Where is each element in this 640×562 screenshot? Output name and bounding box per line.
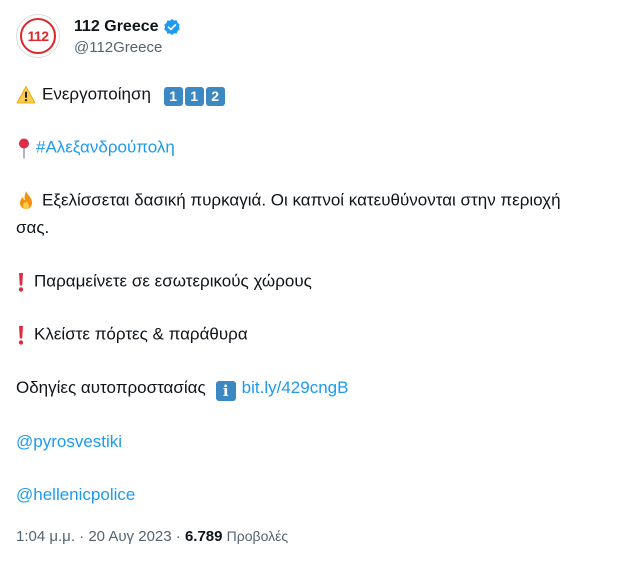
verified-badge-icon — [163, 18, 180, 36]
account-names: 112 Greece @112Greece — [74, 16, 181, 56]
mention-line-1: @pyrosvestiki — [16, 432, 122, 452]
mention-pyrosvestiki[interactable]: @pyrosvestiki — [16, 432, 122, 451]
mention-hellenicpolice[interactable]: @hellenicpolice — [16, 485, 135, 504]
guidance-text: Οδηγίες αυτοπροστασίας — [16, 378, 206, 397]
activation-line: Ενεργοποίηση 112 — [16, 84, 225, 107]
close-doors-line: Κλείστε πόρτες & παράθυρα — [16, 324, 248, 346]
stay-indoors-text: Παραμείνετε σε εσωτερικούς χώρους — [34, 271, 312, 291]
close-doors-text: Κλείστε πόρτες & παράθυρα — [34, 324, 248, 344]
keycap-1a: 1 — [163, 87, 183, 107]
fire-text-b: σας. — [16, 218, 50, 237]
keycap-2: 2 — [205, 87, 225, 107]
tweet-card: 112 112 Greece @112Greece Ενεργοποίηση 1… — [0, 0, 640, 562]
hashtag-line: #Αλεξανδρούπολη — [16, 137, 175, 159]
guidance-line: Οδηγίες αυτοπροστασίας i bit.ly/429cngB — [16, 378, 348, 401]
account-handle[interactable]: @112Greece — [74, 39, 181, 56]
information-icon: i — [215, 381, 236, 401]
keycap-1b: 1 — [184, 87, 204, 107]
tweet-time[interactable]: 1:04 μ.μ. — [16, 528, 75, 545]
tweet-header: 112 112 Greece @112Greece — [16, 14, 181, 58]
round-pushpin-icon — [19, 138, 29, 159]
views-label: Προβολές — [226, 528, 289, 544]
stay-indoors-line: Παραμείνετε σε εσωτερικούς χώρους — [16, 271, 312, 293]
guidance-link[interactable]: bit.ly/429cngB — [242, 378, 349, 397]
tweet-date[interactable]: 20 Αυγ 2023 — [88, 528, 171, 545]
meta-separator: · — [74, 528, 89, 545]
exclamation-icon — [18, 326, 24, 345]
avatar-logo-text: 112 — [27, 28, 49, 44]
tweet-metadata: 1:04 μ.μ. · 20 Αυγ 2023 · 6.789 Προβολές — [16, 528, 288, 545]
fire-line: Εξελίσσεται δασική πυρκαγιά. Οι καπνοί κ… — [16, 190, 561, 212]
activation-text: Ενεργοποίηση — [42, 84, 151, 104]
display-name[interactable]: 112 Greece — [74, 18, 159, 36]
view-count: 6.789 — [184, 528, 223, 545]
hashtag-link[interactable]: #Αλεξανδρούπολη — [36, 137, 175, 156]
meta-separator: · — [171, 528, 185, 545]
avatar[interactable]: 112 — [16, 14, 60, 58]
fire-icon — [20, 191, 32, 209]
warning-icon — [16, 86, 36, 104]
exclamation-icon — [18, 273, 24, 292]
display-name-row: 112 Greece — [74, 16, 181, 38]
mention-line-2: @hellenicpolice — [16, 485, 135, 505]
fire-line-cont: σας. — [16, 218, 49, 238]
fire-text-a: Εξελίσσεται δασική πυρκαγιά. Οι καπνοί κ… — [42, 190, 561, 210]
